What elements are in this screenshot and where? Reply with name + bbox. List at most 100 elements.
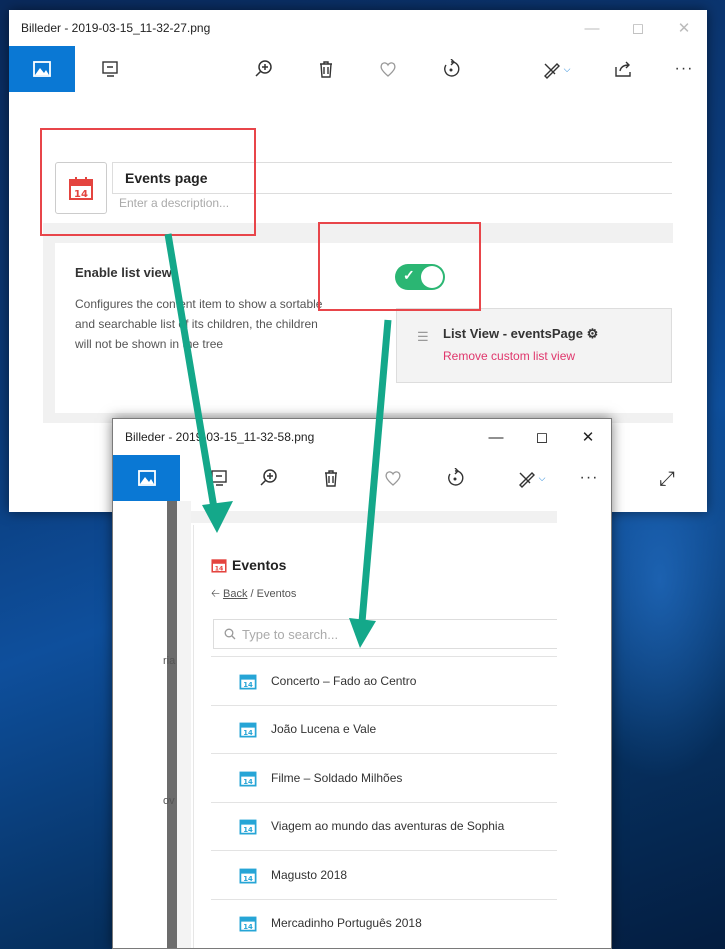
sidebar-edge [167, 501, 177, 948]
tree-fragment: ria [163, 655, 176, 667]
svg-text:14: 14 [243, 923, 253, 931]
trash-icon [320, 61, 332, 78]
breadcrumb-current: Eventos [256, 588, 297, 600]
slideshow-button[interactable] [90, 46, 130, 92]
window-title: Billeder - 2019-03-15_11-32-27.png [21, 21, 211, 35]
list-item[interactable]: 14 João Lucena e Vale [211, 704, 557, 754]
list-item[interactable]: 14 Magusto 2018 [211, 850, 557, 899]
calendar-icon: 14 [239, 916, 257, 932]
list-item-label: João Lucena e Vale [271, 722, 377, 737]
list-item-label: Magusto 2018 [271, 867, 348, 882]
calendar-day: 14 [215, 566, 224, 573]
breadcrumb-separator: / [250, 588, 254, 600]
back-link[interactable]: Back [223, 588, 247, 600]
expand-icon[interactable]: ⤢ [659, 468, 675, 491]
list-item-label: Mercadinho Português 2018 [271, 916, 422, 931]
tree-strip [177, 501, 191, 948]
titlebar: Billeder - 2019-03-15_11-32-58.png — ◻ ✕ [113, 419, 611, 455]
calendar-icon: 14 [239, 674, 257, 690]
page-title-text: Eventos [232, 557, 287, 573]
zoom-button[interactable] [249, 455, 289, 501]
list-item[interactable]: 14 Mercadinho Português 2018 [211, 898, 557, 948]
close-button[interactable]: ✕ [661, 10, 707, 46]
chevron-down-icon: ⌵ [538, 472, 546, 483]
collection-button[interactable] [113, 455, 180, 501]
highlight-box-toggle [318, 222, 481, 311]
list-item[interactable]: 14 Viagem ao mundo das aventuras de Sophi… [211, 801, 557, 851]
picture-icon [33, 61, 51, 77]
calendar-icon: 14 [239, 722, 257, 738]
svg-text:14: 14 [243, 778, 253, 786]
heart-icon [380, 62, 396, 77]
zoom-in-icon [255, 60, 272, 77]
search-icon [224, 628, 236, 640]
events-list: 14 Concerto – Fado ao Centro 14 João Lucena… [211, 656, 557, 947]
rotate-button[interactable] [435, 455, 475, 501]
trash-icon [325, 470, 337, 487]
property-title: Enable list view [75, 265, 172, 280]
list-view-card: ☰ List View - eventsPage ⚙ Remove custom… [396, 308, 672, 383]
list-view-name[interactable]: List View - eventsPage ⚙ [443, 326, 598, 342]
slideshow-icon [102, 61, 118, 77]
edit-button[interactable]: ⌵ [530, 46, 582, 92]
zoom-button[interactable] [244, 46, 284, 92]
rotate-icon [448, 468, 464, 486]
list-item-label: Filme – Soldado Milhões [271, 770, 403, 785]
rotate-icon [444, 59, 460, 77]
list-item[interactable]: 14 Filme – Soldado Milhões [211, 753, 557, 802]
remove-list-view-link[interactable]: Remove custom list view [443, 349, 575, 363]
gear-icon[interactable]: ⚙ [587, 326, 599, 341]
picture-icon [137, 470, 156, 486]
arrow-left-icon: 🡠 [211, 588, 220, 600]
delete-button[interactable] [306, 46, 346, 92]
favorite-button[interactable] [368, 46, 408, 92]
list-item-label: Viagem ao mundo das aventuras de Sophia [271, 819, 505, 834]
photos-toolbar: ⌵ ··· [9, 46, 707, 92]
minimize-button[interactable]: — [569, 10, 615, 46]
calendar-icon: 14 [239, 868, 257, 884]
slideshow-button[interactable] [199, 455, 239, 501]
heart-icon [385, 471, 401, 486]
svg-text:14: 14 [243, 681, 253, 689]
highlight-box-name [40, 128, 256, 236]
svg-text:14: 14 [243, 875, 253, 883]
breadcrumb: 🡠 Back / Eventos [211, 585, 296, 604]
photos-toolbar: ⌵ ··· [113, 455, 611, 501]
svg-text:14: 14 [243, 729, 253, 737]
chevron-down-icon: ⌵ [563, 63, 571, 74]
calendar-icon: 14 [211, 559, 227, 573]
drag-handle-icon[interactable]: ☰ [417, 329, 429, 345]
edit-create-icon [518, 472, 535, 488]
window-title: Billeder - 2019-03-15_11-32-58.png [125, 430, 315, 444]
search-input[interactable]: Type to search... [213, 619, 557, 649]
zoom-in-icon [260, 469, 277, 486]
close-button[interactable]: ✕ [565, 419, 611, 455]
slideshow-icon [211, 470, 227, 486]
maximize-button[interactable]: ◻ [519, 419, 565, 455]
svg-text:14: 14 [243, 826, 253, 834]
collection-button[interactable] [9, 46, 75, 92]
minimize-button[interactable]: — [473, 419, 519, 455]
favorite-button[interactable] [373, 455, 413, 501]
photos-window-2: Billeder - 2019-03-15_11-32-58.png — ◻ ✕… [112, 418, 612, 949]
edit-button[interactable]: ⌵ [505, 455, 557, 501]
property-description: Configures the content item to show a so… [75, 297, 323, 351]
rotate-button[interactable] [431, 46, 471, 92]
more-options-button[interactable]: ··· [664, 46, 704, 92]
share-button[interactable] [603, 46, 643, 92]
delete-button[interactable] [311, 455, 351, 501]
edit-create-icon [543, 63, 560, 79]
search-placeholder: Type to search... [242, 626, 339, 642]
list-item-label: Concerto – Fado ao Centro [271, 673, 417, 688]
more-options-button[interactable]: ··· [569, 455, 609, 501]
maximize-button[interactable]: ◻ [615, 10, 661, 46]
titlebar: Billeder - 2019-03-15_11-32-27.png — ◻ ✕ [9, 10, 707, 46]
tree-fragment: ov [163, 795, 175, 807]
calendar-icon: 14 [239, 819, 257, 835]
share-icon [615, 61, 631, 77]
page-title: 14 Eventos [211, 557, 286, 573]
image-content: ria ov 14 Eventos 🡠 Back / Eventos Type … [113, 501, 611, 948]
content-band [191, 511, 557, 523]
list-item[interactable]: 14 Concerto – Fado ao Centro [211, 656, 557, 705]
calendar-icon: 14 [239, 771, 257, 787]
